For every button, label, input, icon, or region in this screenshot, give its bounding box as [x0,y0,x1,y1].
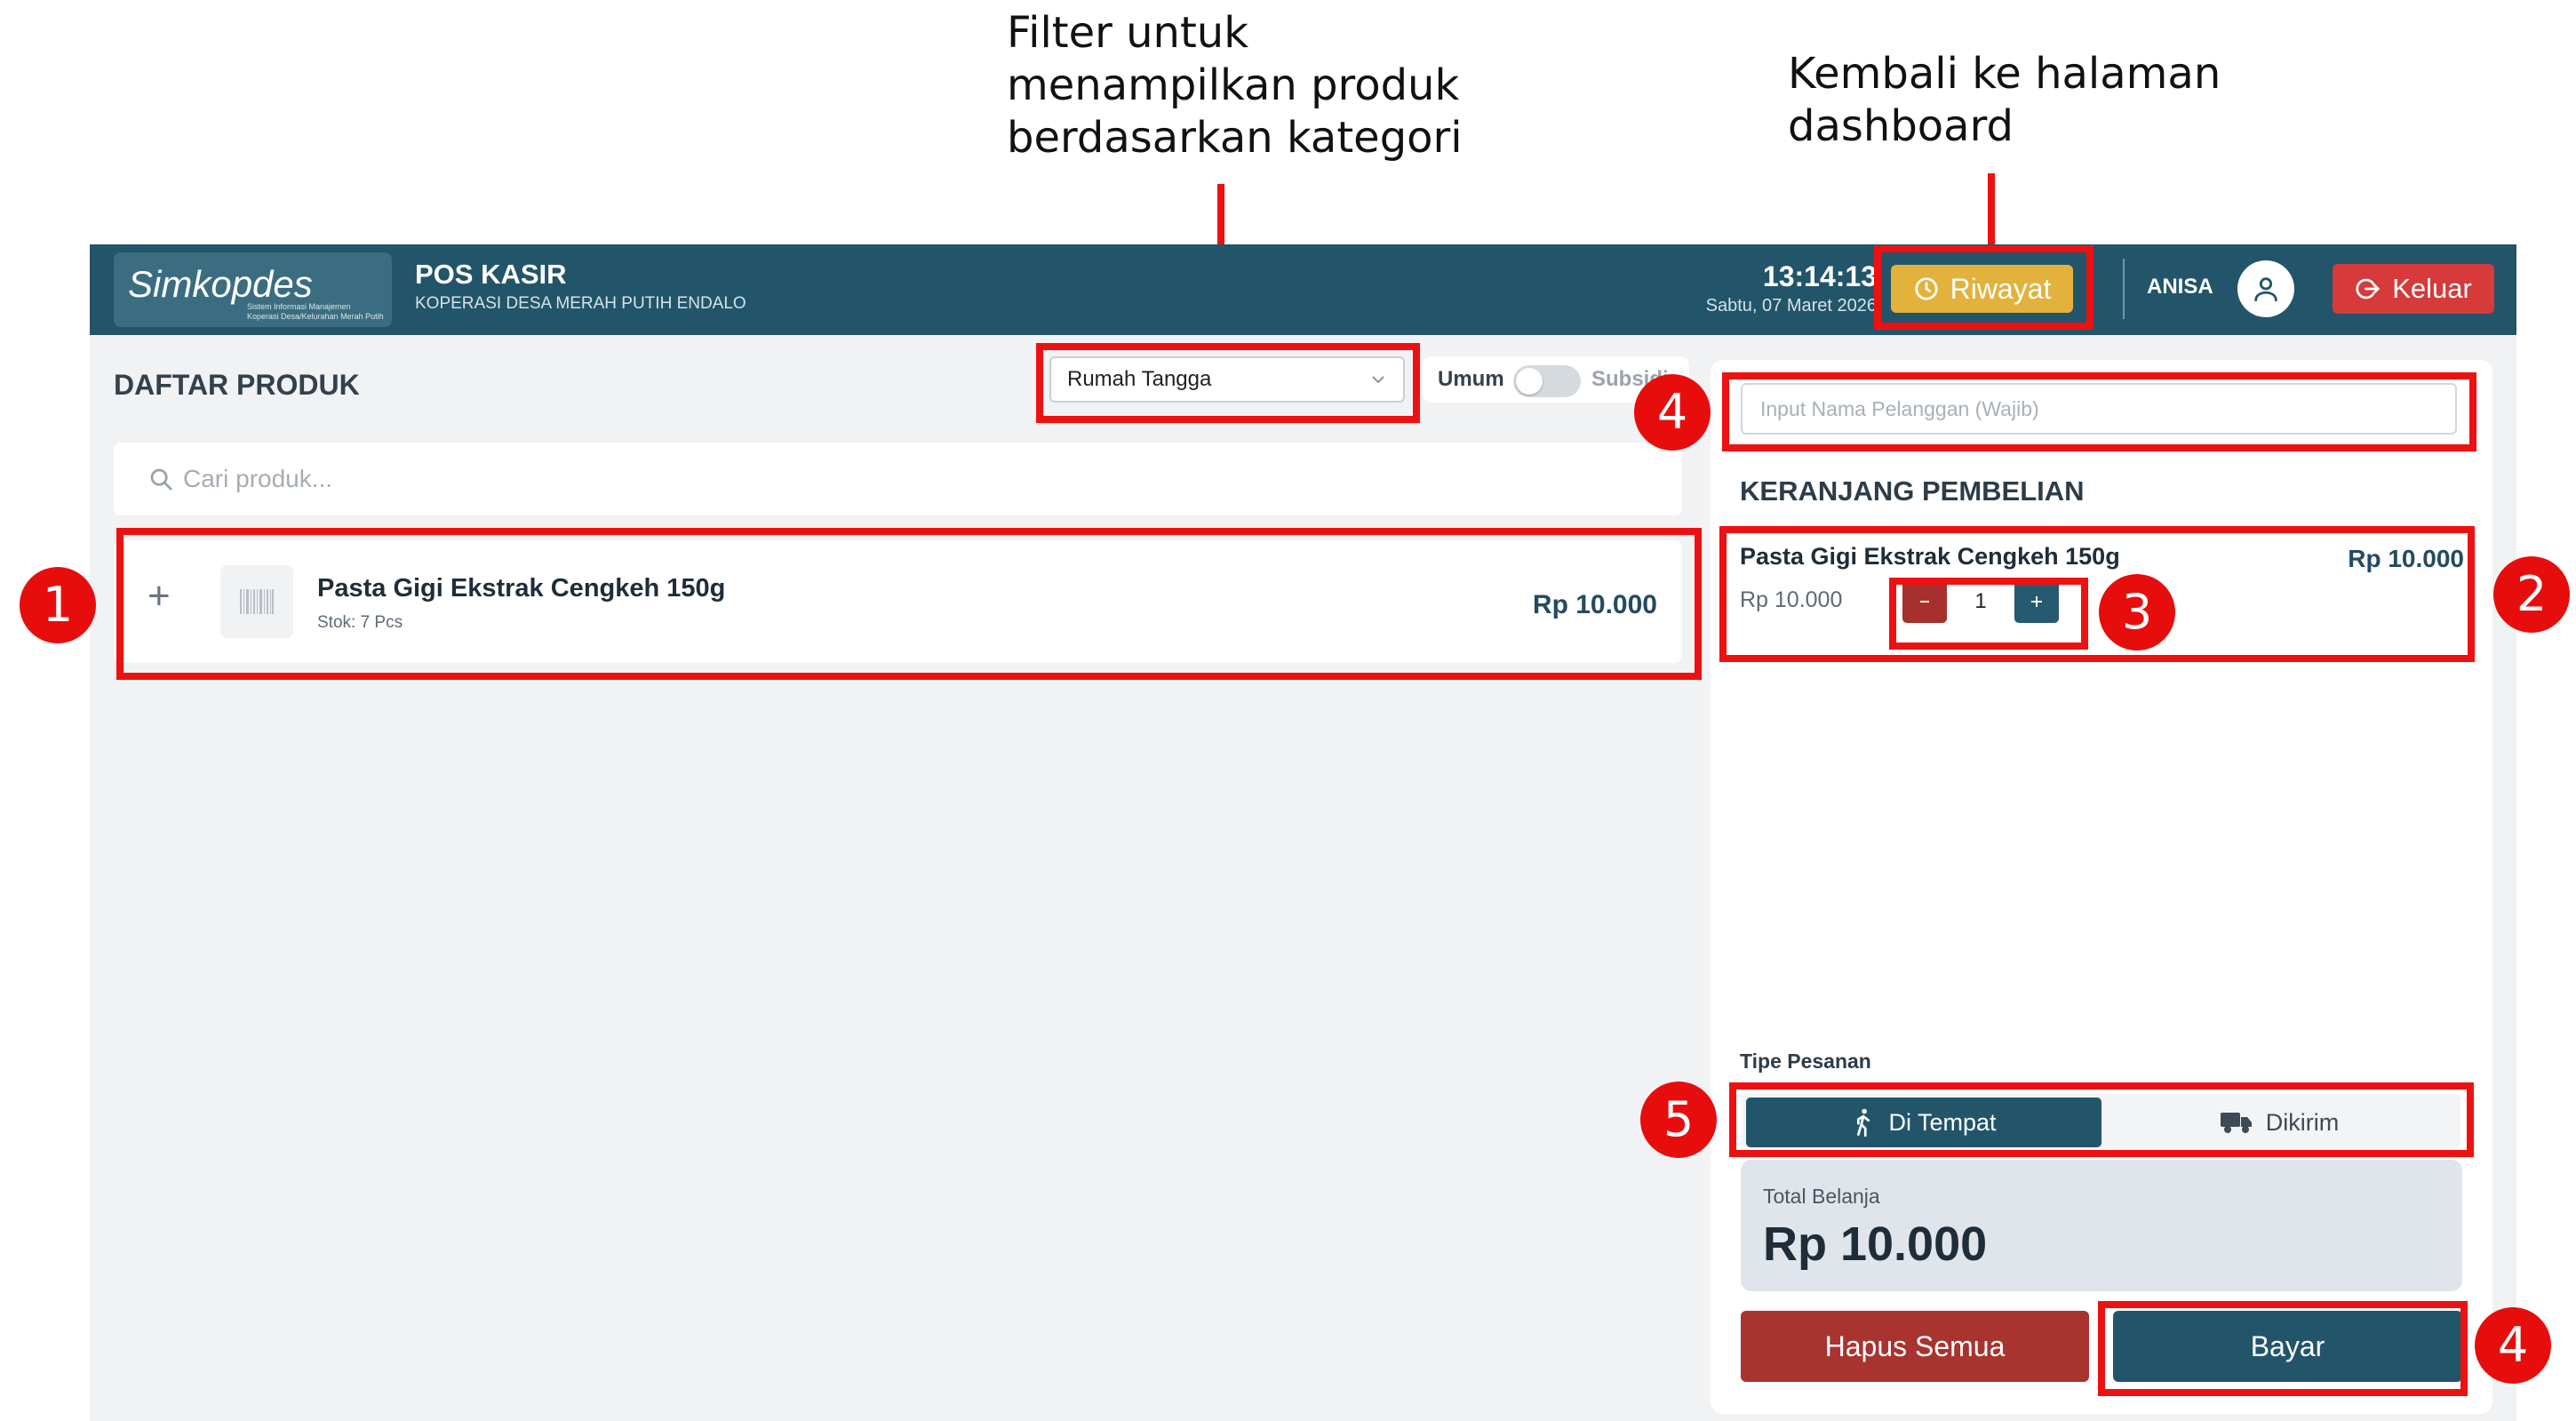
logo-subtitle: Koperasi Desa/Kelurahan Merah Putih [247,312,384,321]
dashboard-pointer-line [1988,173,1995,251]
filter-caption-line: menampilkan produk [1007,60,1460,110]
step-badge: 3 [2099,574,2175,651]
highlight-category-filter [1036,343,1420,423]
total-box: Total Belanja Rp 10.000 [1741,1160,2462,1291]
product-search-input[interactable]: Cari produk... [114,443,1682,515]
dashboard-caption-line: dashboard [1788,101,2014,151]
filter-caption: Filter untuk menampilkan produk berdasar… [1007,7,1463,164]
dashboard-caption-line: Kembali ke halaman [1788,49,2221,99]
toggle-knob [1516,368,1543,395]
product-list-title: DAFTAR PRODUK [114,369,360,401]
step-badge: 5 [1640,1082,1717,1158]
dashboard-caption: Kembali ke halaman dashboard [1788,48,2221,153]
step-badge: 2 [2493,556,2570,633]
step-badge: 4 [1634,374,1711,451]
total-value: Rp 10.000 [1763,1217,1988,1271]
cart-title: KERANJANG PEMBELIAN [1740,475,2085,507]
header-divider [2123,259,2125,319]
clear-all-button[interactable]: Hapus Semua [1741,1311,2089,1382]
date-label: Sabtu, 07 Maret 2026 [1705,296,1877,315]
highlight-riwayat [1874,245,2093,330]
search-placeholder: Cari produk... [183,465,333,492]
toggle-label-umum: Umum [1438,367,1504,391]
price-type-toggle[interactable] [1513,365,1581,397]
highlight-product-row [116,528,1702,680]
highlight-customer-input [1722,372,2476,451]
app-title: POS KASIR [415,259,567,290]
top-bar: Simkopdes Sistem Informasi Manajemen Kop… [90,244,2516,335]
step-badge: 4 [2475,1307,2551,1384]
highlight-cart-item [1719,526,2475,662]
user-name: ANISA [2147,275,2213,299]
logout-icon [2356,278,2381,299]
highlight-stepper [1889,578,2088,650]
highlight-pay-button [2098,1301,2468,1396]
filter-caption-line: Filter untuk [1007,8,1249,58]
highlight-order-type [1729,1082,2474,1157]
step-badge: 1 [20,567,96,643]
filter-caption-line: berdasarkan kategori [1007,113,1463,163]
user-avatar[interactable] [2237,260,2294,317]
clock: 13:14:13 [1762,260,1877,292]
cooperative-name: KOPERASI DESA MERAH PUTIH ENDALO [415,294,746,313]
logout-button[interactable]: Keluar [2333,264,2494,314]
logo: Simkopdes Sistem Informasi Manajemen Kop… [114,252,392,327]
total-label: Total Belanja [1763,1185,1880,1208]
logout-label: Keluar [2392,273,2472,304]
user-icon [2254,277,2277,302]
order-type-label: Tipe Pesanan [1740,1050,1871,1073]
logo-subtitle: Sistem Informasi Manajemen [247,302,351,311]
cart-panel: Input Nama Pelanggan (Wajib) KERANJANG P… [1711,360,2492,1414]
search-icon [150,468,172,491]
logo-text: Simkopdes [128,263,313,305]
